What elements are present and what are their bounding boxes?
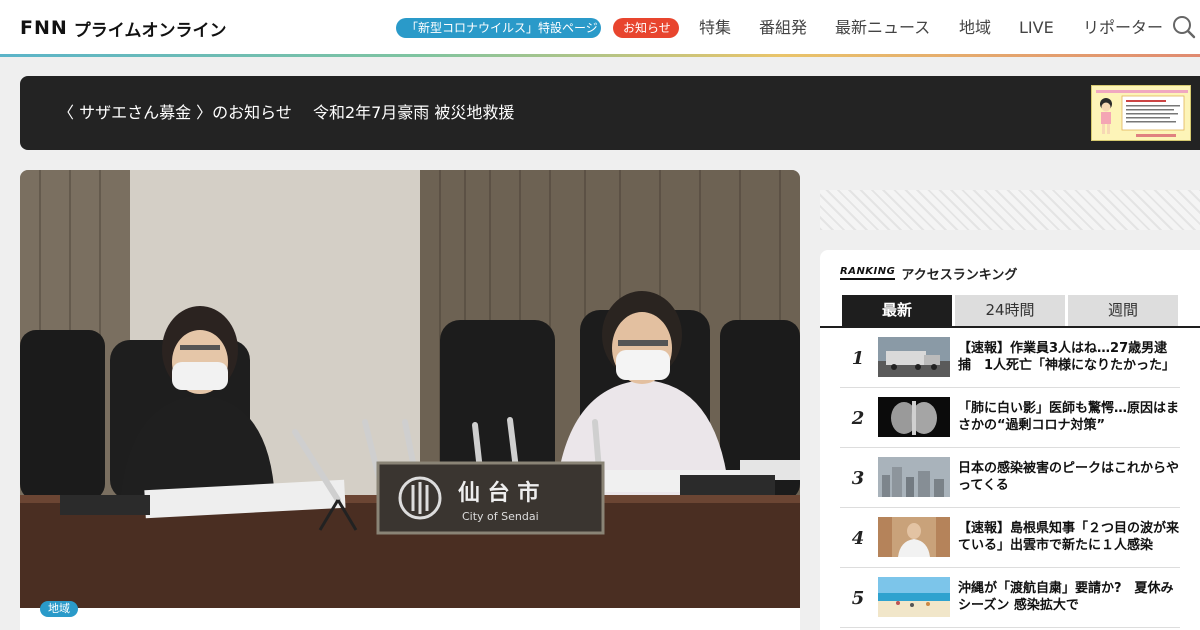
- site-header: FNN プライムオンライン 「新型コロナウイルス」特設ページ お知らせ 特集 番…: [0, 0, 1200, 56]
- nav-reporter[interactable]: リポーター: [1083, 18, 1163, 38]
- ranking-title[interactable]: 【速報】島根県知事「２つ目の波が来ている」出雲市で新たに１人感染: [958, 520, 1180, 554]
- rank-number: 1: [851, 348, 865, 369]
- ranking-thumbnail-2[interactable]: [878, 397, 950, 437]
- rank-number: 2: [851, 408, 865, 429]
- banner-thumbnail-graphic: [1092, 86, 1190, 140]
- ranking-item-1[interactable]: 1 【速報】作業員3人はね…27歳男逮捕 1人死亡「神様になりたかった」: [840, 328, 1180, 388]
- nav-features[interactable]: 特集: [699, 18, 731, 38]
- ranking-tabs: 最新 24時間 週間: [842, 295, 1181, 326]
- rank-number: 5: [851, 588, 865, 609]
- ranking-thumbnail-4[interactable]: [878, 517, 950, 557]
- ranking-label-en: RANKING: [840, 267, 896, 280]
- nav-programs[interactable]: 番組発: [759, 18, 807, 38]
- ranking-thumbnail-1[interactable]: [878, 337, 950, 377]
- corona-special-page-link[interactable]: 「新型コロナウイルス」特設ページ: [396, 18, 601, 38]
- main-article-image[interactable]: 仙 台 市 City of Sendai: [20, 170, 800, 608]
- region-category-badge[interactable]: 地域: [40, 601, 78, 617]
- main-article-card[interactable]: 仙 台 市 City of Sendai 地域: [20, 170, 800, 630]
- ranking-item-5[interactable]: 5 沖縄が「渡航自粛」要請か? 夏休みシーズン 感染拡大で: [840, 568, 1180, 628]
- search-icon[interactable]: [1172, 15, 1196, 39]
- ad-placeholder: [820, 190, 1200, 230]
- nav-live[interactable]: LIVE: [1019, 18, 1054, 38]
- tab-weekly[interactable]: 週間: [1068, 295, 1178, 326]
- ranking-title[interactable]: 【速報】作業員3人はね…27歳男逮捕 1人死亡「神様になりたかった」: [958, 340, 1180, 374]
- ranking-thumbnail-5[interactable]: [878, 577, 950, 617]
- header-gradient-line: [0, 54, 1200, 57]
- ranking-thumbnail-3[interactable]: [878, 457, 950, 497]
- tab-latest[interactable]: 最新: [842, 295, 952, 326]
- tab-24-hours[interactable]: 24時間: [955, 295, 1065, 326]
- access-ranking-panel: RANKING アクセスランキング 最新 24時間 週間 1 【速報】作業員3人…: [820, 250, 1200, 630]
- ranking-item-3[interactable]: 3 日本の感染被害のピークはこれからやってくる: [840, 448, 1180, 508]
- nav-region[interactable]: 地域: [959, 18, 991, 38]
- rank-number: 4: [851, 528, 865, 549]
- ranking-title[interactable]: 日本の感染被害のピークはこれからやってくる: [958, 460, 1180, 494]
- ranking-item-2[interactable]: 2 「肺に白い影」医師も驚愕…原因はまさかの“過剰コロナ対策”: [840, 388, 1180, 448]
- site-logo[interactable]: FNN プライムオンライン: [20, 17, 227, 41]
- nameplate-english: City of Sendai: [462, 510, 539, 523]
- rank-number: 3: [851, 468, 865, 489]
- ranking-heading: RANKING アクセスランキング: [840, 264, 1017, 283]
- ranking-title[interactable]: 「肺に白い影」医師も驚愕…原因はまさかの“過剰コロナ対策”: [958, 400, 1180, 434]
- nav-latest-news[interactable]: 最新ニュース: [835, 18, 930, 38]
- ranking-title[interactable]: 沖縄が「渡航自粛」要請か? 夏休みシーズン 感染拡大で: [958, 580, 1180, 614]
- fundraising-banner[interactable]: 〈 サザエさん募金 〉のお知らせ 令和2年7月豪雨 被災地救援: [20, 76, 1200, 150]
- banner-thumbnail[interactable]: [1091, 85, 1191, 141]
- banner-text: 〈 サザエさん募金 〉のお知らせ 令和2年7月豪雨 被災地救援: [58, 103, 515, 122]
- ranking-list: 1 【速報】作業員3人はね…27歳男逮捕 1人死亡「神様になりたかった」 2 「…: [840, 328, 1180, 628]
- ranking-item-4[interactable]: 4 【速報】島根県知事「２つ目の波が来ている」出雲市で新たに１人感染: [840, 508, 1180, 568]
- ranking-label-ja: アクセスランキング: [901, 268, 1018, 283]
- notice-link[interactable]: お知らせ: [613, 18, 679, 38]
- logo-fnn: FNN: [20, 17, 68, 39]
- logo-subtitle: プライムオンライン: [73, 20, 227, 41]
- nameplate-japanese: 仙 台 市: [458, 480, 539, 506]
